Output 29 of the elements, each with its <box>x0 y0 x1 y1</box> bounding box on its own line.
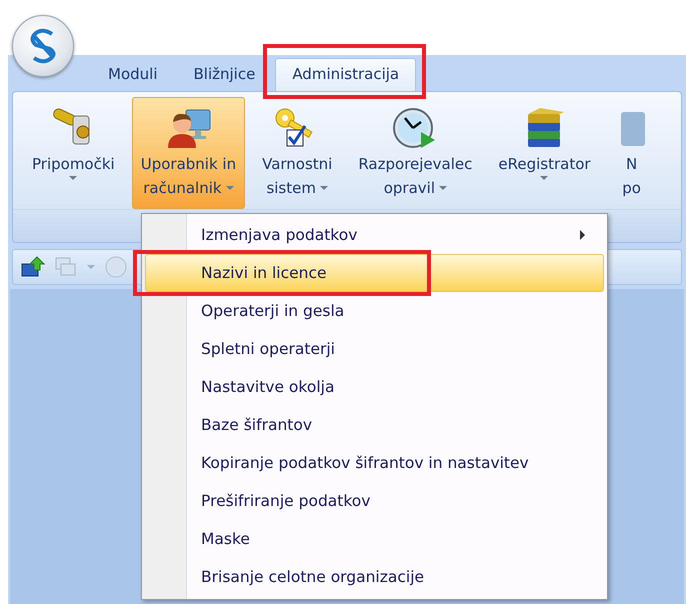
ribbon-tab[interactable]: Moduli <box>92 59 174 91</box>
caret-icon[interactable] <box>87 265 95 269</box>
menu-item[interactable]: Maske <box>145 520 604 558</box>
menu-item[interactable]: Baze šifrantov <box>145 406 604 444</box>
ribbon-button[interactable]: N po <box>608 97 656 209</box>
menu-item[interactable]: Kopiranje podatkov šifrantov in nastavitev <box>145 444 604 482</box>
menu-item[interactable]: Nastavitve okolja <box>145 368 604 406</box>
menu-item[interactable]: Izmenjava podatkov <box>145 216 604 254</box>
caret-icon <box>320 186 328 190</box>
caret-icon <box>439 186 447 190</box>
ribbon-button[interactable]: Pripomočki <box>23 97 124 209</box>
menu-item[interactable]: Spletni operaterji <box>145 330 604 368</box>
ribbon-button[interactable]: Razporejevalec opravil <box>349 97 482 209</box>
menu-item[interactable]: Nazivi in licence <box>145 254 604 292</box>
menu-item[interactable]: Prešifriranje podatkov <box>145 482 604 520</box>
windows-icon[interactable] <box>55 257 77 277</box>
caret-icon <box>540 176 548 180</box>
ribbon-tab[interactable]: Administracija <box>275 58 416 91</box>
ribbon-button[interactable]: Varnostni sistem <box>253 97 342 209</box>
ribbon-button[interactable]: eRegistrator <box>489 97 600 209</box>
caret-icon <box>69 176 78 180</box>
menu-item[interactable]: Operaterji in gesla <box>145 292 604 330</box>
app-menu-button[interactable] <box>12 15 74 77</box>
caret-icon <box>226 186 234 190</box>
menu-item[interactable]: Brisanje celotne organizacije <box>145 558 604 596</box>
folder-up-icon[interactable] <box>21 256 45 278</box>
ribbon-tab[interactable]: Bližnjice <box>177 59 272 91</box>
circle-icon[interactable] <box>105 256 127 278</box>
ribbon-button[interactable]: Uporabnik in računalnik <box>132 97 246 209</box>
